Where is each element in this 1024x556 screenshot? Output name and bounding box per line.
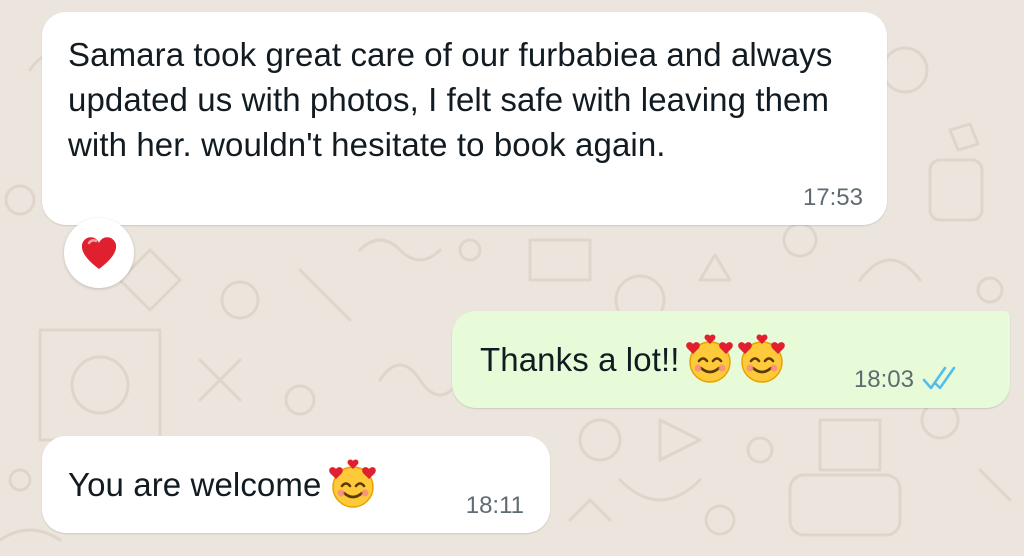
message-text: Samara took great care of our furbabiea … [68,36,833,163]
message-timestamp: 18:03 [853,366,914,393]
double-check-icon [922,366,956,390]
emoji-group [684,333,788,385]
incoming-message-bubble[interactable]: Samara took great care of our furbabiea … [42,12,887,225]
message-reaction[interactable] [64,218,134,288]
message-timestamp: 18:11 [465,492,524,519]
heart-icon [81,237,117,269]
smiling-face-with-hearts-icon [685,334,733,383]
message-text: Thanks a lot!! [480,340,680,378]
smiling-face-with-hearts-icon [737,334,785,383]
message-content: Thanks a lot!! [480,333,788,385]
outgoing-message-bubble[interactable]: Thanks a lot!! 18:03 [452,311,1010,408]
message-content: You are welcome [68,459,379,508]
incoming-message-bubble[interactable]: You are welcome 18:11 [42,436,550,533]
message-text: You are welcome [68,465,322,503]
message-timestamp: 17:53 [802,184,863,211]
smiling-face-with-hearts-icon [329,459,377,508]
